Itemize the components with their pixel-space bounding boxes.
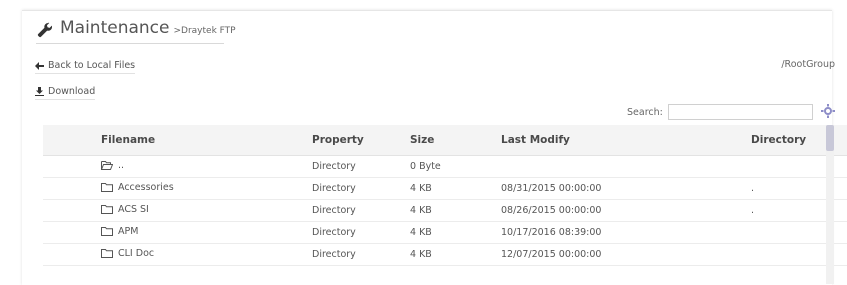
column-last-modify[interactable]: Last Modify: [497, 125, 695, 156]
directory-cell: [695, 221, 847, 244]
gear-icon[interactable]: [820, 103, 836, 119]
filename-text[interactable]: ACS SI: [118, 204, 149, 215]
breadcrumb[interactable]: >Draytek FTP: [173, 26, 235, 36]
property-cell: Directory: [309, 243, 410, 266]
size-cell: 4 KB: [410, 243, 497, 266]
back-label: Back to Local Files: [48, 60, 136, 71]
size-cell: 4 KB: [410, 199, 497, 222]
column-filename[interactable]: Filename: [43, 125, 309, 156]
filename-cell[interactable]: APM: [43, 221, 309, 244]
directory-cell: [695, 155, 847, 178]
filename-cell[interactable]: ACS SI: [43, 199, 309, 222]
filename-cell[interactable]: Accessories: [43, 177, 309, 200]
last-modify-cell: [497, 155, 695, 178]
arrow-left-icon: [35, 61, 44, 70]
column-directory[interactable]: Directory: [695, 125, 847, 156]
table-row[interactable]: CLI Doc Directory 4 KB 12/07/2015 00:00:00: [43, 243, 847, 266]
filename-text[interactable]: APM: [118, 226, 138, 237]
filename-text[interactable]: Accessories: [118, 182, 174, 193]
filename-text[interactable]: ..: [118, 160, 124, 171]
root-group-path: /RootGroup: [781, 59, 835, 70]
folder-icon: [101, 227, 113, 237]
title-divider: [36, 43, 224, 44]
back-to-local-files-button[interactable]: Back to Local Files: [35, 60, 136, 74]
column-size[interactable]: Size: [410, 125, 497, 156]
download-icon: [35, 87, 44, 96]
directory-cell: .: [695, 199, 847, 222]
page-header: Maintenance >Draytek FTP: [36, 18, 236, 42]
file-table: Filename Property Size Last Modify Direc…: [43, 125, 847, 266]
filename-text[interactable]: CLI Doc: [118, 248, 154, 259]
property-cell: Directory: [309, 155, 410, 178]
last-modify-cell: 08/26/2015 00:00:00: [497, 199, 695, 222]
directory-cell: .: [695, 177, 847, 200]
property-cell: Directory: [309, 199, 410, 222]
table-row[interactable]: Accessories Directory 4 KB 08/31/2015 00:00…: [43, 177, 847, 200]
download-button[interactable]: Download: [35, 86, 96, 100]
folder-open-icon: [101, 161, 113, 171]
page-title: Maintenance: [60, 18, 170, 38]
download-label: Download: [48, 86, 96, 97]
table-header-row: Filename Property Size Last Modify Direc…: [43, 125, 847, 156]
folder-icon: [101, 205, 113, 215]
filename-cell[interactable]: CLI Doc: [43, 243, 309, 266]
property-cell: Directory: [309, 221, 410, 244]
filename-cell[interactable]: ..: [43, 155, 309, 178]
last-modify-cell: 12/07/2015 00:00:00: [497, 243, 695, 266]
table-row[interactable]: ACS SI Directory 4 KB 08/26/2015 00:00:00.: [43, 199, 847, 222]
wrench-icon: [37, 22, 53, 38]
search-input[interactable]: [668, 104, 813, 120]
table-scrollbar[interactable]: [826, 125, 834, 284]
last-modify-cell: 08/31/2015 00:00:00: [497, 177, 695, 200]
last-modify-cell: 10/17/2016 08:39:00: [497, 221, 695, 244]
size-cell: 0 Byte: [410, 155, 497, 178]
size-cell: 4 KB: [410, 177, 497, 200]
folder-icon: [101, 249, 113, 259]
table-row[interactable]: .. Directory 0 Byte: [43, 155, 847, 178]
property-cell: Directory: [309, 177, 410, 200]
scrollbar-thumb[interactable]: [826, 125, 834, 151]
search-label: Search:: [627, 107, 663, 118]
column-property[interactable]: Property: [309, 125, 410, 156]
directory-cell: [695, 243, 847, 266]
table-row[interactable]: APM Directory 4 KB 10/17/2016 08:39:00: [43, 221, 847, 244]
folder-icon: [101, 183, 113, 193]
size-cell: 4 KB: [410, 221, 497, 244]
